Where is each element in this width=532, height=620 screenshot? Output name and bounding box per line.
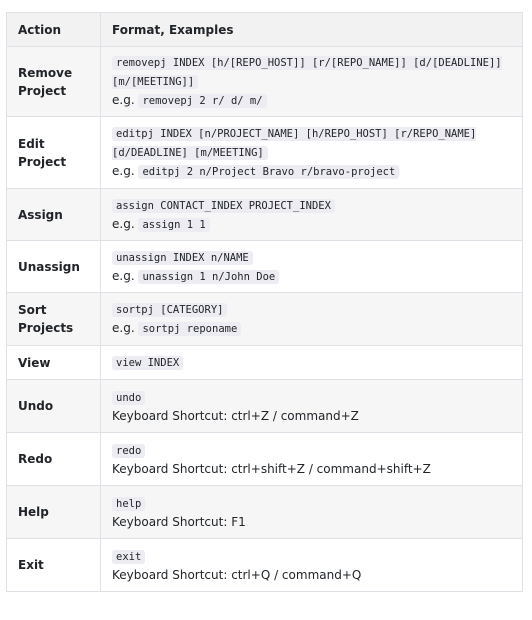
format-cell: undo Keyboard Shortcut: ctrl+Z / command… [100, 379, 523, 433]
format-cell: view INDEX [100, 345, 523, 380]
table-row: Sort Projects sortpj [CATEGORY] e.g. sor… [6, 292, 523, 346]
command-format: unassign INDEX n/NAME [112, 250, 253, 265]
action-cell: Exit [6, 538, 101, 592]
action-cell: Edit Project [6, 116, 101, 189]
command-format: view INDEX [112, 356, 184, 370]
action-cell: Assign [6, 188, 101, 241]
example-prefix: e.g. [112, 268, 135, 283]
table-row: Edit Project editpj INDEX [n/PROJECT_NAM… [6, 116, 523, 189]
table-row: Unassign unassign INDEX n/NAME e.g. unas… [6, 240, 523, 293]
action-cell: Redo [6, 432, 101, 486]
format-cell: unassign INDEX n/NAME e.g. unassign 1 n/… [100, 240, 523, 293]
command-format: help [112, 496, 146, 511]
format-cell: help Keyboard Shortcut: F1 [100, 485, 523, 539]
header-row: Action Format, Examples [6, 12, 523, 47]
command-format: removepj INDEX [h/[REPO_HOST]] [r/[REPO_… [112, 56, 502, 89]
action-cell: Help [6, 485, 101, 539]
table-row: Remove Project removepj INDEX [h/[REPO_H… [6, 46, 523, 117]
header-format: Format, Examples [100, 12, 523, 47]
action-cell: Sort Projects [6, 292, 101, 346]
command-format: editpj INDEX [n/PROJECT_NAME] [h/REPO_HO… [112, 127, 477, 160]
format-cell: assign CONTACT_INDEX PROJECT_INDEX e.g. … [100, 188, 523, 241]
keyboard-shortcut: Keyboard Shortcut: ctrl+shift+Z / comman… [112, 461, 431, 476]
action-cell: Remove Project [6, 46, 101, 117]
table-row: Assign assign CONTACT_INDEX PROJECT_INDE… [6, 188, 523, 241]
format-cell: redo Keyboard Shortcut: ctrl+shift+Z / c… [100, 432, 523, 486]
table-row: Exit exit Keyboard Shortcut: ctrl+Q / co… [6, 538, 523, 592]
command-example: sortpj reponame [138, 322, 242, 336]
table-row: View view INDEX [6, 345, 523, 380]
format-cell: removepj INDEX [h/[REPO_HOST]] [r/[REPO_… [100, 46, 523, 117]
table-row: Undo undo Keyboard Shortcut: ctrl+Z / co… [6, 379, 523, 433]
command-example: unassign 1 n/John Doe [138, 269, 280, 284]
table-row: Help help Keyboard Shortcut: F1 [6, 485, 523, 539]
command-format: sortpj [CATEGORY] [112, 303, 228, 317]
header-action: Action [6, 12, 101, 47]
command-example: editpj 2 n/Project Bravo r/bravo-project [138, 165, 400, 179]
format-cell: editpj INDEX [n/PROJECT_NAME] [h/REPO_HO… [100, 116, 523, 189]
command-summary: Action Format, Examples Remove Project r… [6, 12, 523, 592]
command-format: exit [112, 549, 146, 564]
action-cell: View [6, 345, 101, 380]
command-example: removepj 2 r/ d/ m/ [138, 94, 267, 108]
command-example: assign 1 1 [138, 217, 210, 232]
format-cell: sortpj [CATEGORY] e.g. sortpj reponame [100, 292, 523, 346]
keyboard-shortcut: Keyboard Shortcut: ctrl+Q / command+Q [112, 567, 362, 582]
keyboard-shortcut: Keyboard Shortcut: ctrl+Z / command+Z [112, 408, 359, 423]
action-cell: Undo [6, 379, 101, 433]
example-prefix: e.g. [112, 164, 135, 178]
example-prefix: e.g. [112, 93, 135, 107]
command-format: undo [112, 390, 146, 405]
keyboard-shortcut: Keyboard Shortcut: F1 [112, 514, 246, 529]
format-cell: exit Keyboard Shortcut: ctrl+Q / command… [100, 538, 523, 592]
example-prefix: e.g. [112, 216, 135, 231]
command-format: assign CONTACT_INDEX PROJECT_INDEX [112, 198, 335, 213]
command-summary-table: Action Format, Examples Remove Project r… [6, 12, 523, 592]
table-row: Redo redo Keyboard Shortcut: ctrl+shift+… [6, 432, 523, 486]
example-prefix: e.g. [112, 321, 135, 335]
action-cell: Unassign [6, 240, 101, 293]
command-format: redo [112, 443, 146, 458]
